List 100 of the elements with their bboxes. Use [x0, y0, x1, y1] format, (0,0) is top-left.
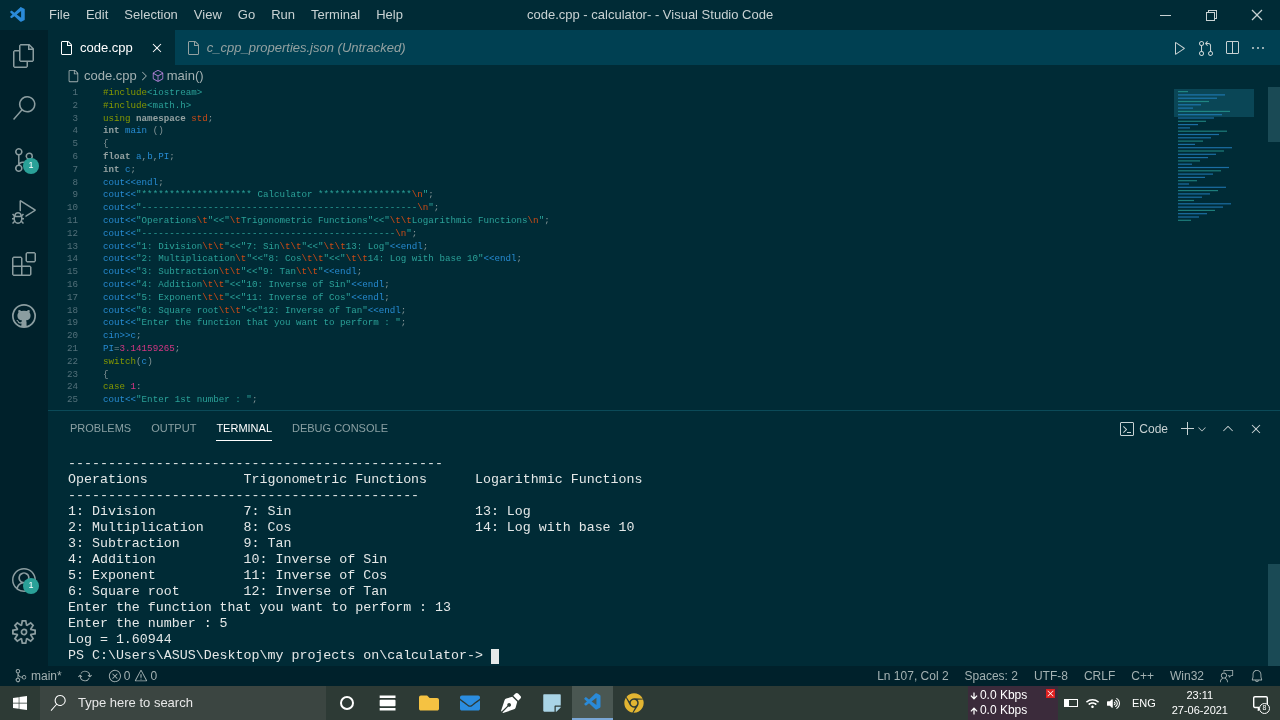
status-item[interactable]: C++	[1131, 667, 1154, 685]
code-line: cout<<"6: Square root\t\t"<<"12: Inverse of Tan"<<endl;	[103, 304, 407, 318]
compare-icon[interactable]	[1198, 39, 1214, 56]
line-number: 6	[71, 151, 78, 164]
line-number: 1	[71, 87, 78, 100]
search-field[interactable]: Type here to search	[40, 686, 326, 720]
status-item[interactable]: Win32	[1170, 667, 1204, 685]
line-number: 9	[71, 189, 78, 203]
close-icon	[1249, 7, 1265, 23]
panel-tab[interactable]: DEBUG CONSOLE	[292, 415, 388, 442]
battery-icon[interactable]	[1063, 699, 1078, 707]
line-number: 7	[71, 163, 78, 177]
run-icon[interactable]	[1172, 39, 1188, 56]
code-line: cin>>c;	[103, 330, 142, 343]
search-icon	[50, 695, 66, 711]
menu-item[interactable]: Edit	[77, 5, 117, 25]
scrollbar[interactable]	[1268, 87, 1280, 142]
folder-icon	[418, 693, 439, 713]
code-line: case 1:	[103, 381, 142, 395]
files-icon[interactable]	[12, 44, 36, 68]
breadcrumb-item[interactable]: code.cpp	[84, 66, 137, 86]
code-line: cout<<"----------------------------------------------\n";	[103, 227, 418, 241]
line-number: 11	[65, 214, 78, 228]
status-item[interactable]: Ln 107, Col 2	[877, 667, 949, 685]
line-number: 4	[71, 125, 78, 139]
pen-icon	[500, 693, 521, 713]
code-line: #include<math.h>	[103, 99, 192, 113]
menu-item[interactable]: Terminal	[303, 5, 369, 25]
branch-status[interactable]: main*	[31, 667, 62, 685]
volume-icon[interactable]	[1106, 696, 1120, 710]
warning-count[interactable]: 0	[150, 667, 158, 685]
extensions-icon[interactable]	[12, 252, 36, 276]
line-number: 16	[65, 278, 78, 292]
code-line: cout<<"1: Division\t\t"<<"7: Sin\t\t"<<"\t\t13: Log"<<endl;	[103, 240, 429, 254]
menu-item[interactable]: Selection	[116, 5, 186, 25]
terminal-line: Operations Trigonometric Functions Logarithmic Functions	[68, 472, 643, 488]
clock[interactable]: 23:11 27-06-2021	[1171, 688, 1228, 718]
bell-icon[interactable]	[1250, 669, 1264, 683]
badge: 1	[23, 578, 39, 594]
run-debug-icon[interactable]	[12, 200, 36, 224]
code-line: cout<<"2: Multiplication\t"<<"8: Cos\t\t"<<"\t\t14: Log with base 10"<<endl;	[103, 253, 523, 267]
status-item[interactable]: Spaces: 2	[964, 667, 1018, 685]
chrome-icon	[623, 693, 644, 713]
language-indicator[interactable]: ENG	[1131, 694, 1156, 712]
panel-tab[interactable]: PROBLEMS	[70, 415, 132, 442]
add-icon[interactable]	[1180, 420, 1196, 437]
code-line: {	[103, 138, 109, 151]
upload-speed: 0.0 Kbps	[979, 703, 1028, 718]
terminal-line: 6: Square root 12: Inverse of Tan	[68, 584, 388, 600]
status-item[interactable]: UTF-8	[1033, 667, 1068, 685]
terminal-line: Enter the function that you want to perform : 13	[68, 600, 451, 616]
code-line: int main ()	[103, 125, 164, 139]
code-line: using namespace std;	[103, 112, 214, 126]
search-icon[interactable]	[12, 96, 36, 120]
terminal-line: 1: Division 7: Sin 13: Log	[68, 504, 531, 520]
terminal-line: Enter the number : 5	[68, 616, 228, 632]
sync-icon[interactable]	[77, 669, 92, 683]
settings-icon[interactable]	[12, 620, 36, 644]
terminal-line: 3: Subtraction 9: Tan	[68, 536, 292, 552]
error-count[interactable]: 0	[123, 667, 131, 685]
line-number: 5	[71, 138, 78, 151]
vscode-icon	[582, 692, 603, 712]
source-control-icon[interactable]	[12, 148, 36, 172]
status-item[interactable]: CRLF	[1083, 667, 1116, 685]
github-icon[interactable]	[12, 304, 36, 328]
code-line: cout<<"5: Exponent\t\t"<<"11: Inverse of Cos"<<endl;	[103, 291, 390, 305]
menu-item[interactable]: File	[41, 5, 78, 25]
code-line: switch(c)	[103, 355, 153, 369]
menu-item[interactable]: Go	[229, 5, 264, 25]
panel-tab[interactable]: TERMINAL	[216, 415, 272, 442]
editor-tab[interactable]: code.cpp	[48, 30, 175, 65]
menu-item[interactable]: Run	[263, 5, 303, 25]
line-number: 8	[71, 176, 78, 190]
code-line: int c;	[103, 163, 137, 177]
vscode-logo-icon	[9, 6, 27, 24]
split-editor-icon[interactable]	[1224, 39, 1240, 56]
method-icon	[150, 69, 165, 83]
line-number: 19	[65, 317, 78, 331]
line-number: 18	[65, 304, 78, 318]
line-number: 21	[65, 342, 78, 356]
wifi-icon[interactable]	[1085, 696, 1099, 710]
close-icon[interactable]	[1045, 689, 1055, 698]
cortana-icon	[339, 696, 354, 710]
restore-icon	[1203, 7, 1219, 23]
panel-tab[interactable]: OUTPUT	[151, 415, 197, 442]
line-number: 12	[65, 227, 78, 241]
terminal-selector[interactable]: Code	[1139, 419, 1168, 438]
menu-item[interactable]: Help	[368, 5, 411, 25]
line-number: 10	[65, 202, 78, 215]
terminal-line: PS C:\Users\ASUS\Desktop\my projects on\calculator->	[68, 648, 484, 664]
scrollbar[interactable]	[1268, 564, 1280, 666]
breadcrumb-item[interactable]: main()	[166, 66, 204, 86]
menu-item[interactable]: View	[185, 5, 230, 25]
line-number: 25	[65, 394, 78, 407]
feedback-icon[interactable]	[1220, 669, 1234, 683]
line-number: 22	[65, 355, 78, 369]
code-line: cout<<"4: Addition\t\t"<<"10: Inverse of Sin"<<endl;	[103, 278, 390, 292]
terminal-line: 5: Exponent 11: Inverse of Cos	[68, 568, 388, 584]
code-line: float a,b,PI;	[103, 151, 175, 164]
file-icon	[58, 39, 74, 56]
